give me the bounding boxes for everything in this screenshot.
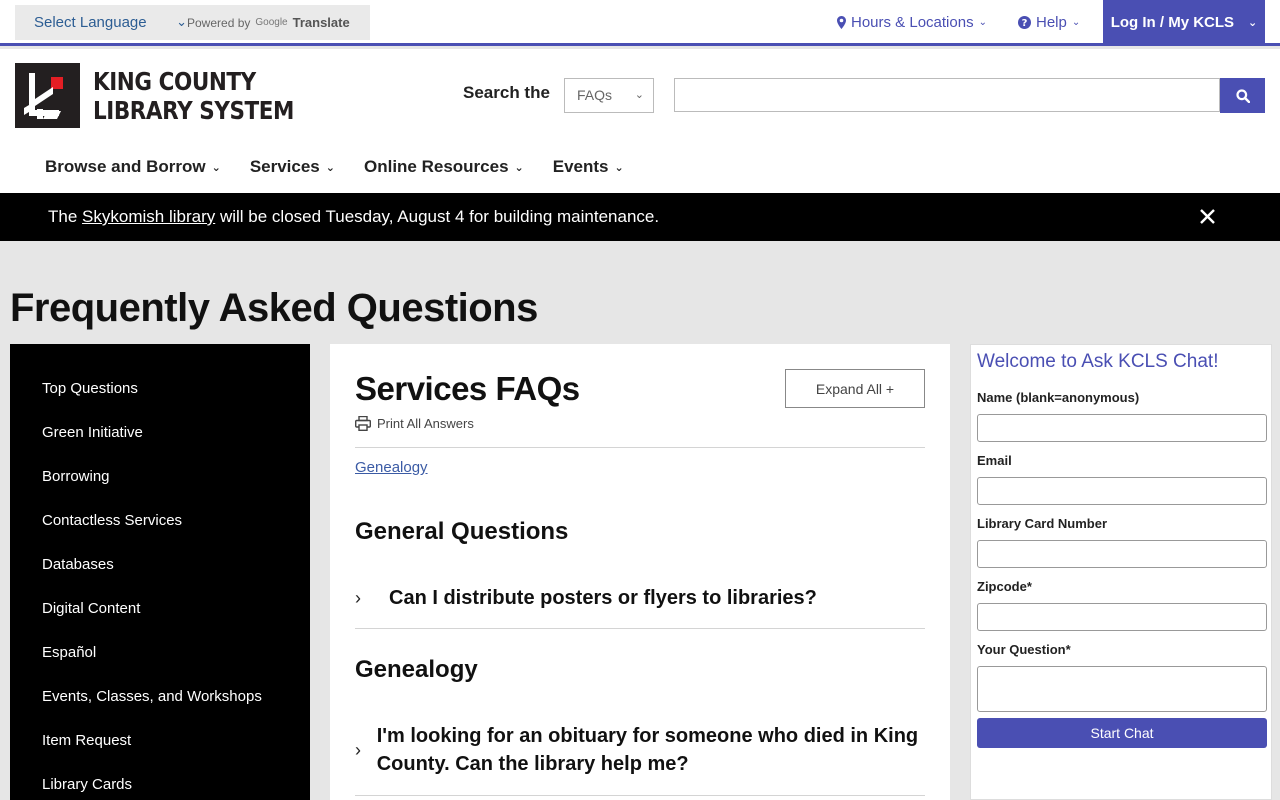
nav-label: Events xyxy=(552,157,609,176)
alert-suffix: will be closed Tuesday, August 4 for bui… xyxy=(219,207,660,226)
hours-locations-link[interactable]: Hours & Locations ⌄ xyxy=(837,14,987,31)
alert-link[interactable]: Skykomish library xyxy=(82,207,215,226)
print-all-answers[interactable]: Print All Answers xyxy=(355,416,474,431)
chevron-down-icon: ⌄ xyxy=(176,14,187,29)
sidebar-item-borrowing[interactable]: Borrowing xyxy=(42,468,110,485)
chevron-right-icon: › xyxy=(355,739,361,760)
search-icon xyxy=(1235,88,1250,103)
chevron-down-icon: ⌄ xyxy=(614,161,624,174)
hours-locations-label: Hours & Locations xyxy=(851,14,974,31)
expand-all-button[interactable]: Expand All + xyxy=(785,369,925,408)
language-select[interactable]: Select Language ⌄ xyxy=(15,14,187,31)
nav-label: Services xyxy=(249,157,320,176)
chat-card-input[interactable] xyxy=(977,540,1267,568)
faq-item[interactable]: › Can I distribute posters or flyers to … xyxy=(355,584,925,612)
question-circle-icon: ? xyxy=(1018,16,1031,29)
search-label: Search the xyxy=(463,83,550,102)
powered-by-label: Powered by xyxy=(187,15,251,30)
chevron-down-icon: ⌄ xyxy=(514,161,524,174)
sidebar-item-item-request[interactable]: Item Request xyxy=(42,732,131,749)
divider xyxy=(355,795,925,796)
chat-email-input[interactable] xyxy=(977,477,1267,505)
login-label: Log In / My KCLS xyxy=(1110,14,1235,31)
sidebar-item-events-classes[interactable]: Events, Classes, and Workshops xyxy=(42,688,262,705)
language-select-label: Select Language xyxy=(34,14,147,31)
main-nav: Browse and Borrow ⌄ Services ⌄ Online Re… xyxy=(45,157,624,177)
chat-zip-input[interactable] xyxy=(977,603,1267,631)
divider xyxy=(355,628,925,629)
nav-browse-borrow[interactable]: Browse and Borrow ⌄ xyxy=(45,157,221,177)
ask-kcls-chat: Welcome to Ask KCLS Chat! Name (blank=an… xyxy=(970,344,1272,800)
alert-message: The Skykomish library will be closed Tue… xyxy=(48,207,659,227)
search-scope-select[interactable]: FAQs ⌄ xyxy=(564,78,654,113)
section-heading-genealogy: Genealogy xyxy=(355,656,478,683)
utility-bar: Select Language ⌄ Powered by Google Tran… xyxy=(0,0,1280,46)
search-button[interactable] xyxy=(1220,78,1265,113)
chat-title: Welcome to Ask KCLS Chat! xyxy=(977,351,1219,372)
chat-name-label: Name (blank=anonymous) xyxy=(977,390,1140,405)
faq-question: Can I distribute posters or flyers to li… xyxy=(389,587,817,609)
faq-content: Services FAQs Expand All + Print All Ans… xyxy=(330,344,950,800)
nav-events[interactable]: Events ⌄ xyxy=(553,157,624,177)
section-heading-general: General Questions xyxy=(355,518,569,545)
search-input[interactable] xyxy=(674,78,1220,112)
help-label: Help xyxy=(1036,14,1067,31)
chevron-down-icon: ⌄ xyxy=(1248,17,1258,29)
chat-question-input[interactable] xyxy=(977,666,1267,712)
chevron-down-icon: ⌄ xyxy=(978,17,987,28)
content-title: Services FAQs xyxy=(355,370,580,407)
sidebar-item-top-questions[interactable]: Top Questions xyxy=(42,380,138,397)
chevron-down-icon: ⌄ xyxy=(211,161,221,174)
logo-mark xyxy=(15,63,80,128)
chevron-down-icon: ⌄ xyxy=(1071,17,1081,28)
chat-zip-label: Zipcode* xyxy=(977,579,1032,594)
faq-category-sidebar: Top Questions Green Initiative Borrowing… xyxy=(10,344,310,800)
chat-card-label: Library Card Number xyxy=(977,516,1108,531)
print-label: Print All Answers xyxy=(377,416,474,431)
chevron-down-icon: ⌄ xyxy=(634,89,644,101)
nav-label: Browse and Borrow xyxy=(45,157,206,176)
logo-text: KING COUNTY LIBRARY SYSTEM xyxy=(93,67,294,125)
chat-name-input[interactable] xyxy=(977,414,1267,442)
chat-question-label: Your Question* xyxy=(977,642,1071,657)
sidebar-item-espanol[interactable]: Español xyxy=(42,644,96,661)
kcls-logo[interactable]: KING COUNTY LIBRARY SYSTEM xyxy=(15,63,327,128)
translate-link[interactable]: Translate xyxy=(293,15,350,30)
language-selector[interactable]: Select Language ⌄ Powered by Google Tran… xyxy=(15,5,370,40)
sidebar-item-databases[interactable]: Databases xyxy=(42,556,114,573)
print-icon xyxy=(355,416,371,431)
nav-services[interactable]: Services ⌄ xyxy=(250,157,335,177)
divider xyxy=(355,447,925,448)
sidebar-item-contactless-services[interactable]: Contactless Services xyxy=(42,512,182,529)
sidebar-item-green-initiative[interactable]: Green Initiative xyxy=(42,424,143,441)
page-title: Frequently Asked Questions xyxy=(10,286,538,330)
close-icon[interactable] xyxy=(1199,208,1216,225)
genealogy-jump-link[interactable]: Genealogy xyxy=(355,459,428,476)
svg-text:?: ? xyxy=(1022,18,1028,29)
sidebar-item-digital-content[interactable]: Digital Content xyxy=(42,600,140,617)
chevron-right-icon: › xyxy=(355,587,361,608)
nav-label: Online Resources xyxy=(363,157,509,176)
sidebar-item-library-cards[interactable]: Library Cards xyxy=(42,776,132,793)
help-link[interactable]: ? Help ⌄ xyxy=(1018,14,1080,31)
faq-question: I'm looking for an obituary for someone … xyxy=(376,725,919,775)
map-marker-icon xyxy=(837,16,846,29)
faq-item[interactable]: › I'm looking for an obituary for someon… xyxy=(355,722,925,778)
start-chat-button[interactable]: Start Chat xyxy=(977,718,1267,748)
login-button[interactable]: Log In / My KCLS ⌄ xyxy=(1103,0,1265,45)
logo-line-2: LIBRARY SYSTEM xyxy=(93,95,294,125)
powered-by: Powered by Google Translate xyxy=(187,15,350,30)
alert-prefix: The xyxy=(48,207,78,226)
chevron-down-icon: ⌄ xyxy=(325,161,335,174)
search-scope-value: FAQs xyxy=(577,87,613,103)
logo-line-1: KING COUNTY xyxy=(93,66,256,96)
nav-online-resources[interactable]: Online Resources ⌄ xyxy=(364,157,524,177)
chat-email-label: Email xyxy=(977,453,1012,468)
site-header: KING COUNTY LIBRARY SYSTEM Search the FA… xyxy=(0,49,1280,193)
google-logo: Google xyxy=(255,17,288,28)
alert-banner: The Skykomish library will be closed Tue… xyxy=(0,193,1280,241)
